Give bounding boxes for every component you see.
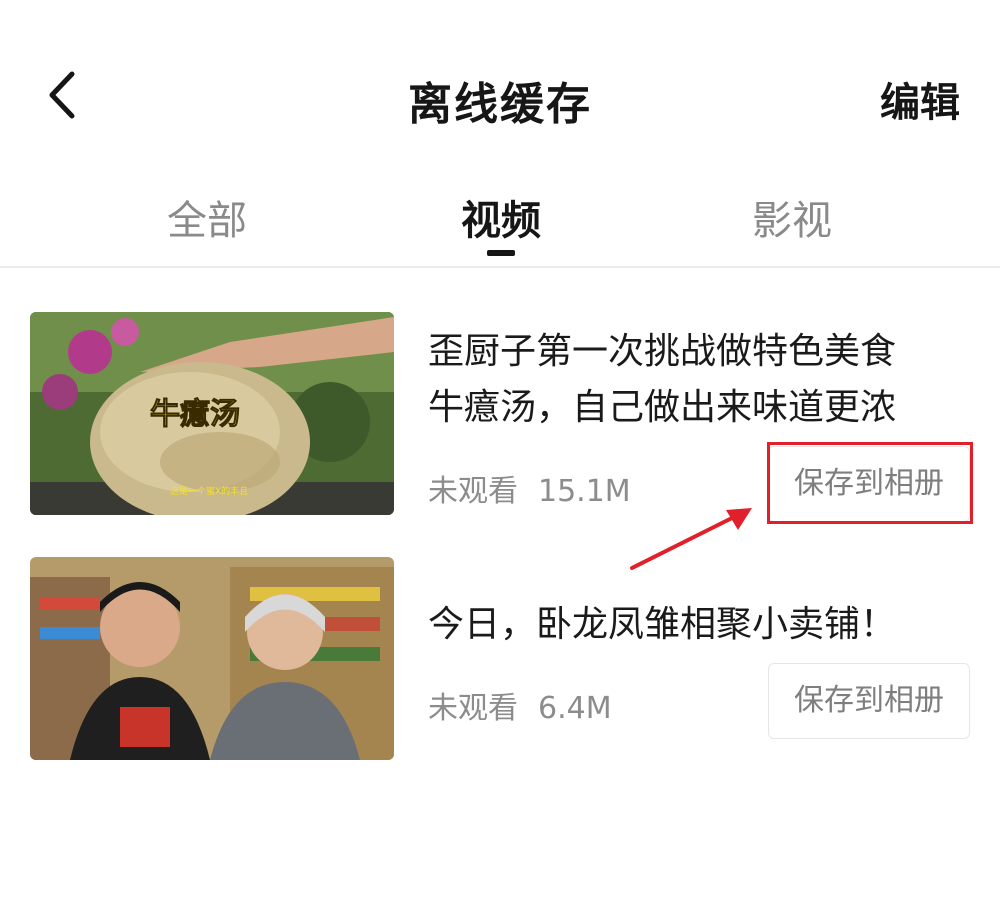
watch-status: 未观看	[428, 474, 518, 509]
thumb-subtitle: 这是一个蜜X的丰且	[170, 485, 248, 497]
file-size: 6.4M	[538, 691, 612, 726]
save-to-album-button[interactable]: 保存到相册	[768, 446, 970, 522]
video-list-item[interactable]: 今日，卧龙凤雏相聚小卖铺！ 未观看 6.4M 保存到相册	[30, 557, 970, 762]
video-thumbnail[interactable]: 牛癔汤 这是一个蜜X的丰且	[30, 312, 394, 515]
video-list-item[interactable]: 牛癔汤 这是一个蜜X的丰且 歪厨子第一次挑战做特色美食 牛癔汤，自己做出来味道更…	[30, 312, 970, 522]
video-thumbnail[interactable]	[30, 557, 394, 760]
tab-video[interactable]: 视频	[401, 188, 601, 246]
watch-status: 未观看	[428, 691, 518, 726]
save-to-album-button[interactable]: 保存到相册	[768, 663, 970, 739]
edit-button[interactable]: 编辑	[880, 70, 960, 128]
page-title: 离线缓存	[408, 79, 592, 130]
video-title-line-1[interactable]: 歪厨子第一次挑战做特色美食	[428, 324, 970, 380]
tab-all[interactable]: 全部	[107, 188, 307, 246]
thumb-caption: 牛癔汤	[150, 397, 240, 432]
tab-film[interactable]: 影视	[692, 188, 892, 246]
tab-bar: 全部 视频 影视	[0, 180, 1000, 268]
video-meta: 未观看 6.4M	[428, 683, 612, 727]
top-bar: 离线缓存 编辑	[0, 0, 1000, 180]
video-meta: 未观看 15.1M	[428, 466, 631, 510]
active-tab-indicator	[487, 250, 515, 256]
video-title-line-2[interactable]: 牛癔汤，自己做出来味道更浓	[428, 380, 970, 436]
video-title[interactable]: 今日，卧龙凤雏相聚小卖铺！	[428, 597, 970, 653]
file-size: 15.1M	[538, 474, 631, 509]
